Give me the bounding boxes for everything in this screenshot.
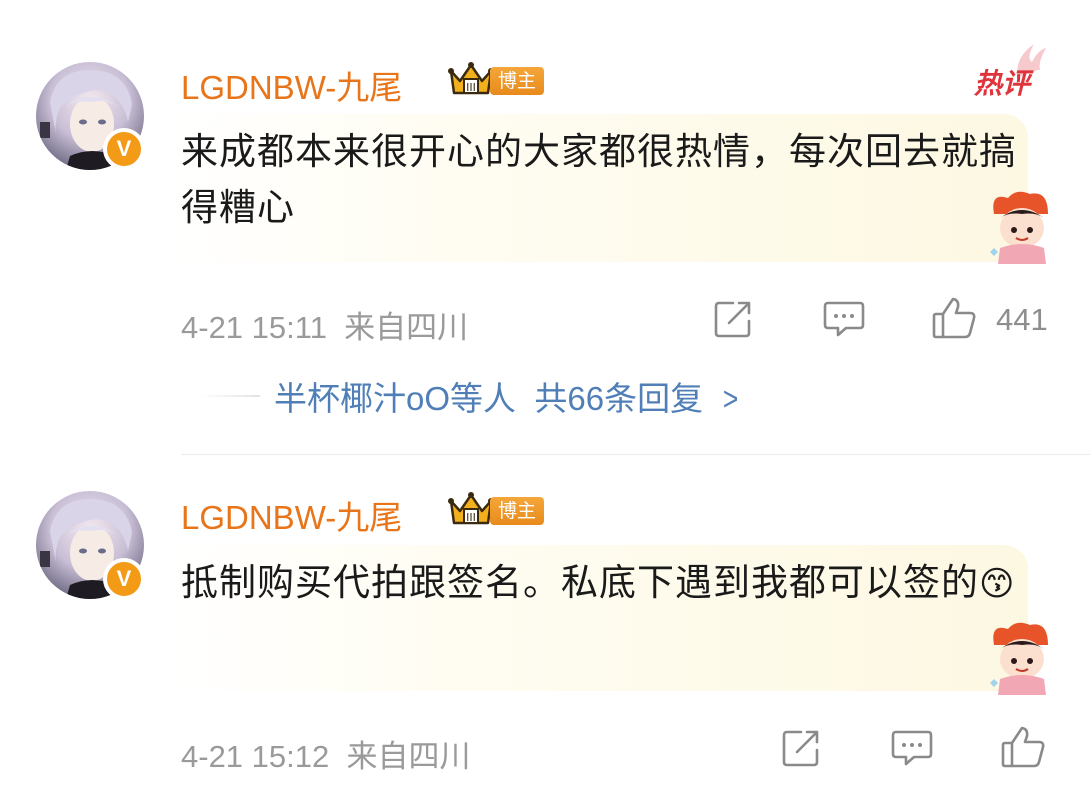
chevron-right-icon: > (723, 380, 739, 417)
comment-icon[interactable] (890, 728, 934, 768)
thumbs-up-icon[interactable] (931, 296, 977, 340)
share-icon[interactable] (781, 728, 823, 768)
comment-item: V LGDNBW-九尾 III 博主 抵制购买代拍跟签名。私底下遇到我都可以签的… (0, 455, 1090, 787)
verified-v-icon: V (103, 558, 145, 600)
svg-text:III: III (466, 511, 476, 524)
svg-text:III: III (466, 81, 476, 94)
verified-v-icon: V (103, 128, 145, 170)
cartoon-sticker-icon (990, 622, 1048, 695)
comment-meta: 4-21 15:12 来自四川 (181, 731, 470, 776)
comment-meta: 4-21 15:11 来自四川 (181, 302, 468, 347)
blogger-badge: 博主 (490, 67, 545, 95)
share-icon[interactable] (713, 299, 755, 339)
comment-time: 4-21 15:12 (181, 739, 330, 774)
username[interactable]: LGDNBW-九尾 (181, 491, 402, 539)
hot-comment-tag: 热评 (974, 67, 1031, 100)
emoji-icon: 😙 (979, 564, 1016, 604)
comment-time: 4-21 15:11 (181, 310, 327, 345)
comment-location: 来自四川 (344, 310, 469, 345)
view-replies-link[interactable]: 半杯椰汁oO等人 共66条回复 > (274, 372, 741, 420)
comment-text: 抵制购买代拍跟签名。私底下遇到我都可以签的😙 (181, 555, 1021, 612)
cartoon-sticker-icon (990, 191, 1048, 264)
reply-names: 半杯椰汁oO等人 (274, 380, 517, 417)
blogger-badge: 博主 (490, 497, 545, 525)
reply-count: 共66条回复 (534, 380, 704, 417)
comment-text-body: 抵制购买代拍跟签名。私底下遇到我都可以签的 (181, 561, 979, 604)
comment-item: V LGDNBW-九尾 III 博主 热评 来成都本来很开心的大家都很热情，每次… (0, 0, 1090, 455)
username[interactable]: LGDNBW-九尾 (181, 61, 402, 109)
replies-divider (200, 395, 260, 397)
crown-icon: III (448, 492, 494, 525)
thumbs-up-icon[interactable] (1000, 725, 1046, 769)
comment-text: 来成都本来很开心的大家都很热情，每次回去就搞得糟心 (181, 130, 1017, 229)
like-count: 441 (996, 302, 1048, 337)
comment-icon[interactable] (822, 299, 866, 339)
crown-icon: III (448, 62, 494, 95)
comment-location: 来自四川 (346, 739, 471, 774)
